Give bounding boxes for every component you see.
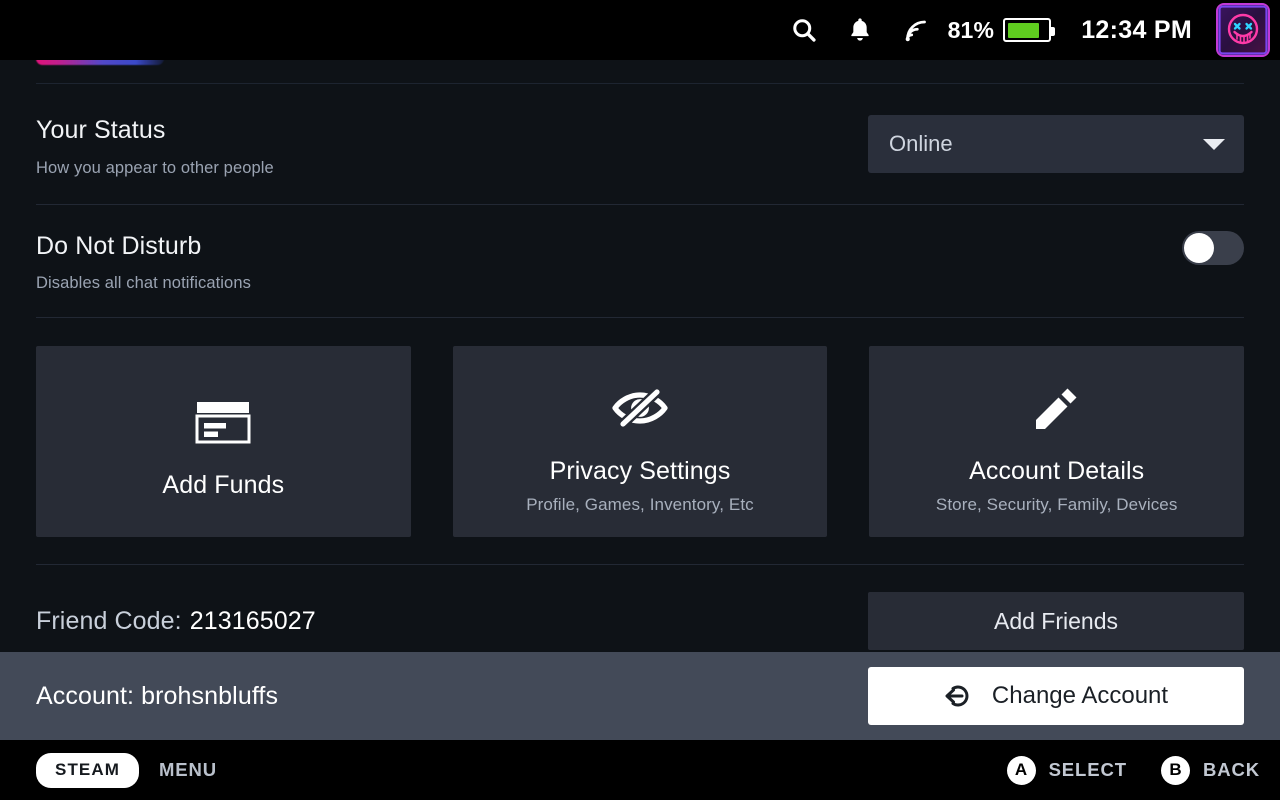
account-label: Account: brohsnbluffs: [36, 681, 279, 710]
add-friends-button[interactable]: Add Friends: [868, 592, 1244, 650]
battery-icon: [1003, 18, 1056, 42]
friend-code-label: Friend Code:: [36, 606, 182, 635]
friend-code-value: 213165027: [189, 606, 316, 635]
wifi-icon[interactable]: [888, 0, 946, 60]
card-privacy-settings-subtitle: Profile, Games, Inventory, Etc: [526, 494, 754, 514]
add-friends-label: Add Friends: [993, 607, 1118, 634]
battery-indicator: 81%: [947, 16, 1056, 44]
account-bar: Account: brohsnbluffs Change Account: [0, 652, 1280, 740]
b-button-icon: B: [1160, 755, 1190, 785]
battery-fill: [1007, 22, 1040, 38]
your-status-subtitle: How you appear to other people: [36, 158, 274, 177]
card-account-details[interactable]: Account Details Store, Security, Family,…: [869, 346, 1245, 537]
setting-your-status: Your Status How you appear to other peop…: [36, 84, 1244, 204]
footer-hints: A SELECT B BACK: [1006, 755, 1260, 785]
dnd-subtitle: Disables all chat notifications: [36, 274, 251, 292]
hint-back-label: BACK: [1202, 759, 1260, 780]
eye-off-icon: [610, 375, 670, 441]
settings-scroll-area[interactable]: Your Status How you appear to other peop…: [0, 60, 1280, 740]
friend-code: Friend Code: 213165027: [36, 607, 316, 636]
card-account-details-subtitle: Store, Security, Family, Devices: [935, 494, 1178, 514]
dnd-texts: Do Not Disturb Disables all chat notific…: [36, 231, 251, 294]
clock-label: 12:34 PM: [1081, 15, 1192, 44]
your-status-texts: Your Status How you appear to other peop…: [36, 115, 274, 178]
card-privacy-settings[interactable]: Privacy Settings Profile, Games, Invento…: [452, 346, 828, 537]
hint-select-label: SELECT: [1048, 759, 1127, 780]
change-account-label: Change Account: [991, 682, 1169, 709]
search-icon[interactable]: [776, 0, 832, 60]
card-privacy-settings-title: Privacy Settings: [549, 456, 731, 485]
status-select-value: Online: [889, 131, 953, 156]
battery-percent-label: 81%: [947, 16, 995, 43]
credit-card-icon: [194, 389, 252, 455]
settings-list: Your Status How you appear to other peop…: [0, 60, 1280, 650]
card-account-details-title: Account Details: [969, 456, 1145, 485]
menu-label: MENU: [159, 759, 218, 780]
friend-code-row: Friend Code: 213165027 Add Friends: [36, 565, 1244, 650]
chevron-down-icon: [1203, 138, 1225, 150]
card-add-funds[interactable]: Add Funds: [36, 346, 411, 537]
dnd-title: Do Not Disturb: [36, 231, 202, 260]
hint-back: B BACK: [1160, 755, 1260, 785]
dnd-toggle[interactable]: [1182, 230, 1244, 265]
a-button-icon: A: [1006, 755, 1036, 785]
card-add-funds-title: Add Funds: [162, 471, 285, 499]
avatar[interactable]: [1218, 5, 1268, 55]
footer-bar: STEAM MENU A SELECT B BACK: [0, 740, 1280, 800]
your-status-title: Your Status: [36, 116, 166, 144]
steam-button[interactable]: STEAM: [36, 752, 139, 788]
change-account-button[interactable]: Change Account: [868, 667, 1244, 725]
bell-icon[interactable]: [832, 0, 888, 60]
system-status-bar: 81% 12:34 PM: [0, 0, 1280, 60]
setting-do-not-disturb: Do Not Disturb Disables all chat notific…: [36, 205, 1244, 318]
logout-icon: [944, 683, 974, 709]
quick-action-cards: Add Funds Privacy Settings Profile, Game…: [36, 346, 1245, 537]
dnd-toggle-knob: [1184, 232, 1214, 263]
status-select[interactable]: Online: [868, 115, 1244, 173]
hint-select: A SELECT: [1006, 755, 1127, 785]
steam-deck-account-settings: 81% 12:34 PM Your Status How you appear …: [0, 0, 1280, 800]
divider-after-dnd: [36, 317, 1244, 318]
pencil-icon: [1030, 375, 1084, 441]
